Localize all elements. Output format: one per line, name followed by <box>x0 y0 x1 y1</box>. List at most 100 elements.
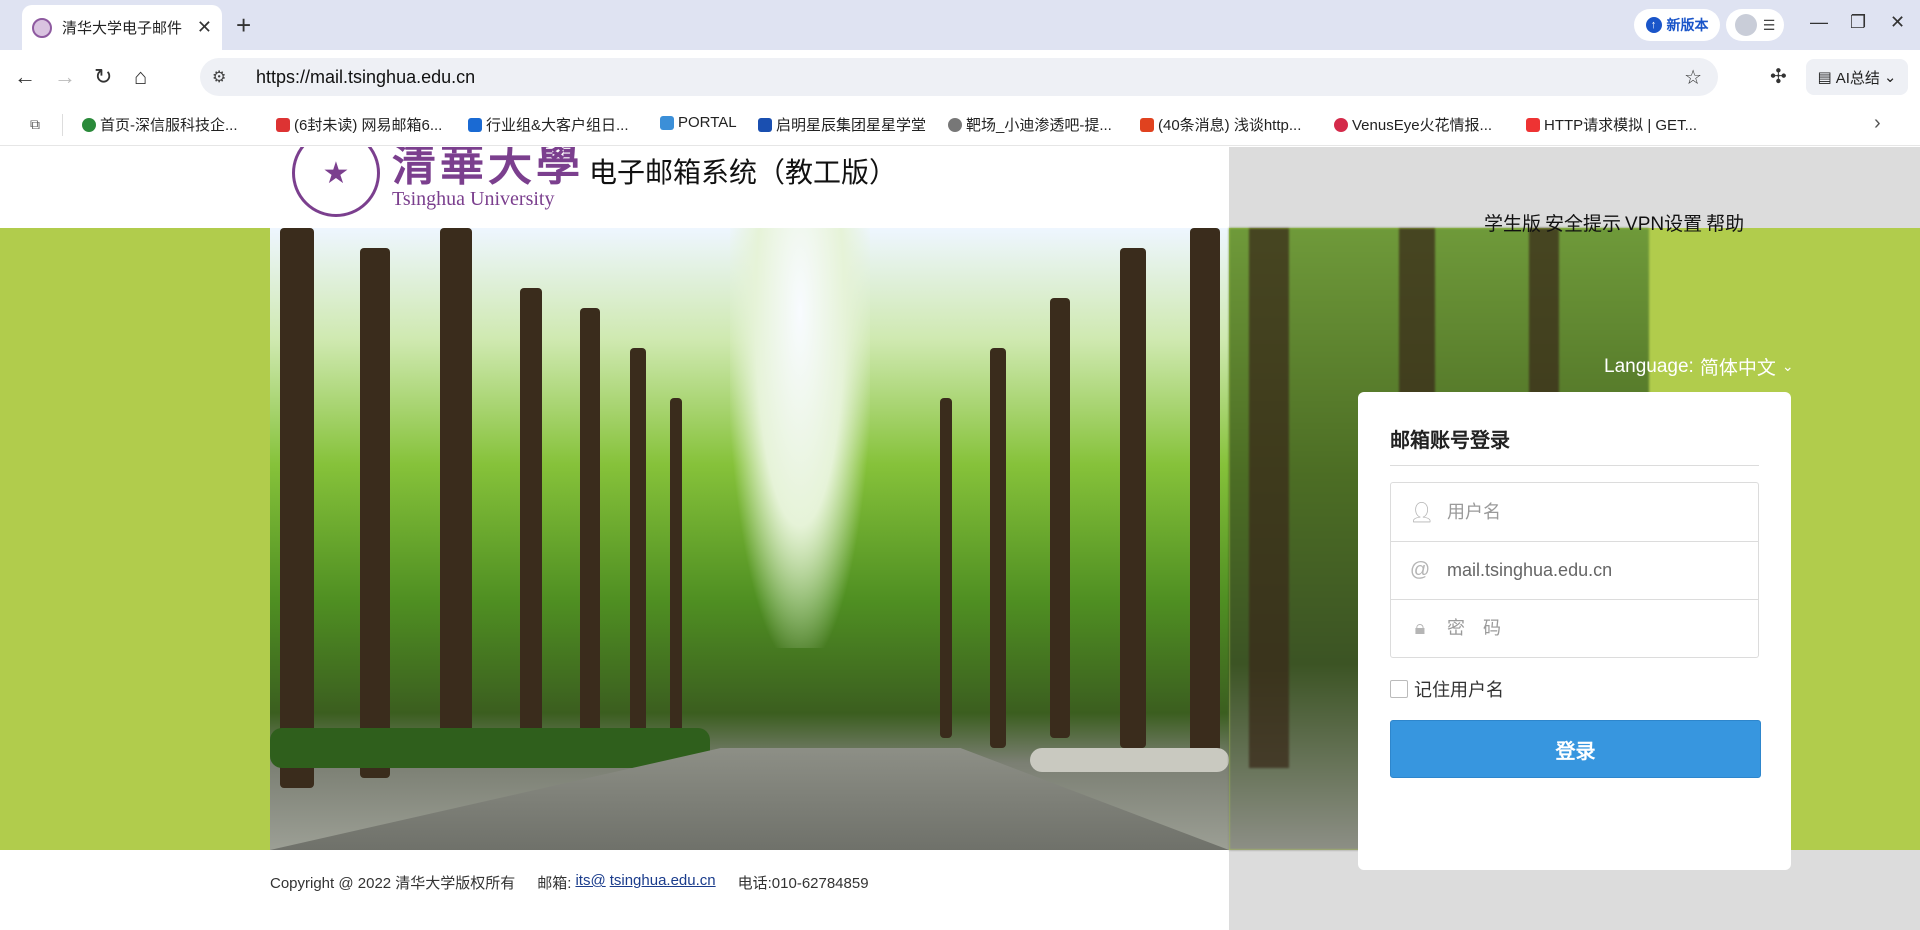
profile-button[interactable]: ☰ <box>1726 9 1784 41</box>
tree-trunk <box>440 228 472 768</box>
tab-title: 清华大学电子邮件 <box>62 20 183 37</box>
logo-english: Tsinghua University <box>392 188 555 210</box>
security-tips-link[interactable]: 安全提示 <box>1545 209 1621 236</box>
home-icon[interactable]: ⌂ <box>134 64 147 90</box>
bookmark-item[interactable]: 靶场_小迪渗透吧-提... <box>948 114 1112 135</box>
bookmark-label: PORTAL <box>678 114 737 131</box>
bookmark-star-icon[interactable]: ☆ <box>1684 65 1702 90</box>
bookmark-label: 行业组&大客户组日... <box>486 117 629 134</box>
site-settings-icon[interactable]: ⚙ <box>212 67 242 87</box>
avatar-icon <box>1734 14 1757 36</box>
top-links: 学生版 安全提示 VPN设置 帮助 <box>1484 209 1744 236</box>
target-icon <box>948 117 962 132</box>
tree-trunk <box>360 248 390 778</box>
lock-icon: 🔒︎ <box>1414 617 1426 639</box>
restore-icon[interactable]: ❐ <box>1850 12 1866 33</box>
bookmark-label: VenusEye火花情报... <box>1352 117 1493 134</box>
tree-trunk <box>1249 228 1289 768</box>
bookmark-label: 首页-深信服科技企... <box>100 117 238 134</box>
tree-trunk <box>940 398 952 738</box>
address-toolbar: ← → ↻ ⌂ ⚙ https://mail.tsinghua.edu.cn ☆… <box>0 50 1920 104</box>
ai-icon: ▤ <box>1817 69 1832 86</box>
remember-checkbox[interactable] <box>1390 680 1408 698</box>
ai-summary-label: AI总结 <box>1835 69 1880 87</box>
divider <box>62 114 63 136</box>
browser-tab[interactable]: 清华大学电子邮件 ✕ <box>22 5 222 50</box>
chevron-right-icon[interactable]: › <box>1874 112 1881 135</box>
close-window-icon[interactable]: ✕ <box>1890 12 1905 33</box>
tsinghua-seal-icon: ★ <box>292 147 380 217</box>
tab-groups-icon[interactable]: ⧉ <box>30 116 40 133</box>
domain-input[interactable] <box>1447 560 1747 581</box>
banner-row <box>1030 748 1229 772</box>
login-button[interactable]: 登录 <box>1390 720 1761 778</box>
url-bar[interactable]: ⚙ https://mail.tsinghua.edu.cn ☆ <box>200 58 1718 96</box>
new-version-button[interactable]: ↑ 新版本 <box>1634 9 1720 41</box>
graduation-cap-icon <box>758 117 772 132</box>
tree-trunk <box>630 348 646 738</box>
new-version-label: 新版本 <box>1666 17 1709 33</box>
bookmark-item[interactable]: VenusEye火花情报... <box>1334 114 1492 135</box>
tsinghua-logo: ★ 清華大學 Tsinghua University <box>292 147 584 217</box>
bookmark-item[interactable]: 首页-深信服科技企... <box>82 114 238 135</box>
remember-username[interactable]: 记住用户名 <box>1390 676 1759 702</box>
password-input[interactable] <box>1447 618 1747 639</box>
bookmark-item[interactable]: PORTAL <box>660 114 737 131</box>
phone-text: 电话:010-62784859 <box>737 875 869 892</box>
tree-trunk <box>280 228 314 788</box>
menu-lines-icon: ☰ <box>1762 16 1776 33</box>
netease-icon <box>276 117 290 132</box>
bookmarks-bar: ⧉ 首页-深信服科技企... (6封未读) 网易邮箱6... 行业组&大客户组日… <box>0 104 1920 146</box>
chevron-down-icon: ⌄ <box>1883 69 1897 86</box>
bookmark-label: 靶场_小迪渗透吧-提... <box>966 117 1112 134</box>
bookmark-label: (6封未读) 网易邮箱6... <box>294 117 443 134</box>
copyright-text: Copyright @ 2022 清华大学版权所有 <box>270 875 516 892</box>
upgrade-arrow-icon: ↑ <box>1645 17 1662 33</box>
tree-trunk <box>990 348 1006 748</box>
tab-bar: 清华大学电子邮件 ✕ + ↑ 新版本 ☰ — ❐ ✕ <box>0 0 1920 50</box>
forward-icon[interactable]: → <box>54 64 76 90</box>
student-version-link[interactable]: 学生版 <box>1484 209 1541 236</box>
user-icon: 👤︎ <box>1409 501 1435 524</box>
tree-trunk <box>670 398 682 738</box>
bookmark-label: 启明星辰集团星星学堂 <box>776 117 927 134</box>
reload-icon[interactable]: ↻ <box>94 64 112 90</box>
language-selector[interactable]: Language: 简体中文 ⌄ <box>1604 353 1794 380</box>
tree-trunk <box>1190 228 1220 768</box>
bookmark-item[interactable]: (40条消息) 浅谈http... <box>1140 114 1301 135</box>
support-email-domain-link[interactable]: tsinghua.edu.cn <box>610 872 716 893</box>
chevron-down-icon: ⌄ <box>1781 358 1794 374</box>
bookmark-label: (40条消息) 浅谈http... <box>1158 117 1302 134</box>
login-card: 邮箱账号登录 👤︎ @ 🔒︎ 记住用户名 登录 <box>1358 392 1791 870</box>
url-text[interactable]: https://mail.tsinghua.edu.cn <box>256 67 475 88</box>
tree-trunk <box>1050 298 1070 738</box>
tree-trunk <box>520 288 542 758</box>
footer: Copyright @ 2022 清华大学版权所有 邮箱: its@ tsing… <box>270 872 869 893</box>
support-email-user-link[interactable]: its@ <box>575 872 605 893</box>
email-label: 邮箱: <box>537 875 572 892</box>
minimize-icon[interactable]: — <box>1810 12 1828 33</box>
extensions-icon[interactable]: ✣ <box>1770 64 1787 89</box>
logo-chinese: 清華大學 <box>392 147 584 191</box>
bookmark-item[interactable]: (6封未读) 网易邮箱6... <box>276 114 442 135</box>
mail-login-page: ★ 清華大學 Tsinghua University 电子邮箱系统（教工版） 学… <box>0 147 1920 930</box>
hedge <box>270 728 710 768</box>
username-input[interactable] <box>1447 501 1747 523</box>
portal-icon <box>660 115 674 130</box>
vpn-settings-link[interactable]: VPN设置 <box>1625 209 1702 236</box>
globe-icon <box>82 117 96 132</box>
username-row: 👤︎ <box>1391 483 1758 541</box>
bookmark-item[interactable]: HTTP请求模拟 | GET... <box>1526 114 1697 135</box>
new-tab-button[interactable]: + <box>236 10 251 40</box>
bookmark-item[interactable]: 启明星辰集团星星学堂 <box>758 114 926 135</box>
tree-trunk <box>580 308 600 748</box>
language-value: 简体中文 <box>1699 358 1776 379</box>
sky-glow <box>730 228 870 648</box>
bookmark-item[interactable]: 行业组&大客户组日... <box>468 114 629 135</box>
back-icon[interactable]: ← <box>14 64 36 90</box>
domain-row: @ <box>1391 541 1758 599</box>
help-link[interactable]: 帮助 <box>1706 209 1744 236</box>
remember-label: 记住用户名 <box>1414 680 1504 700</box>
close-tab-icon[interactable]: ✕ <box>197 17 212 38</box>
ai-summary-button[interactable]: ▤ AI总结 ⌄ <box>1806 59 1908 95</box>
